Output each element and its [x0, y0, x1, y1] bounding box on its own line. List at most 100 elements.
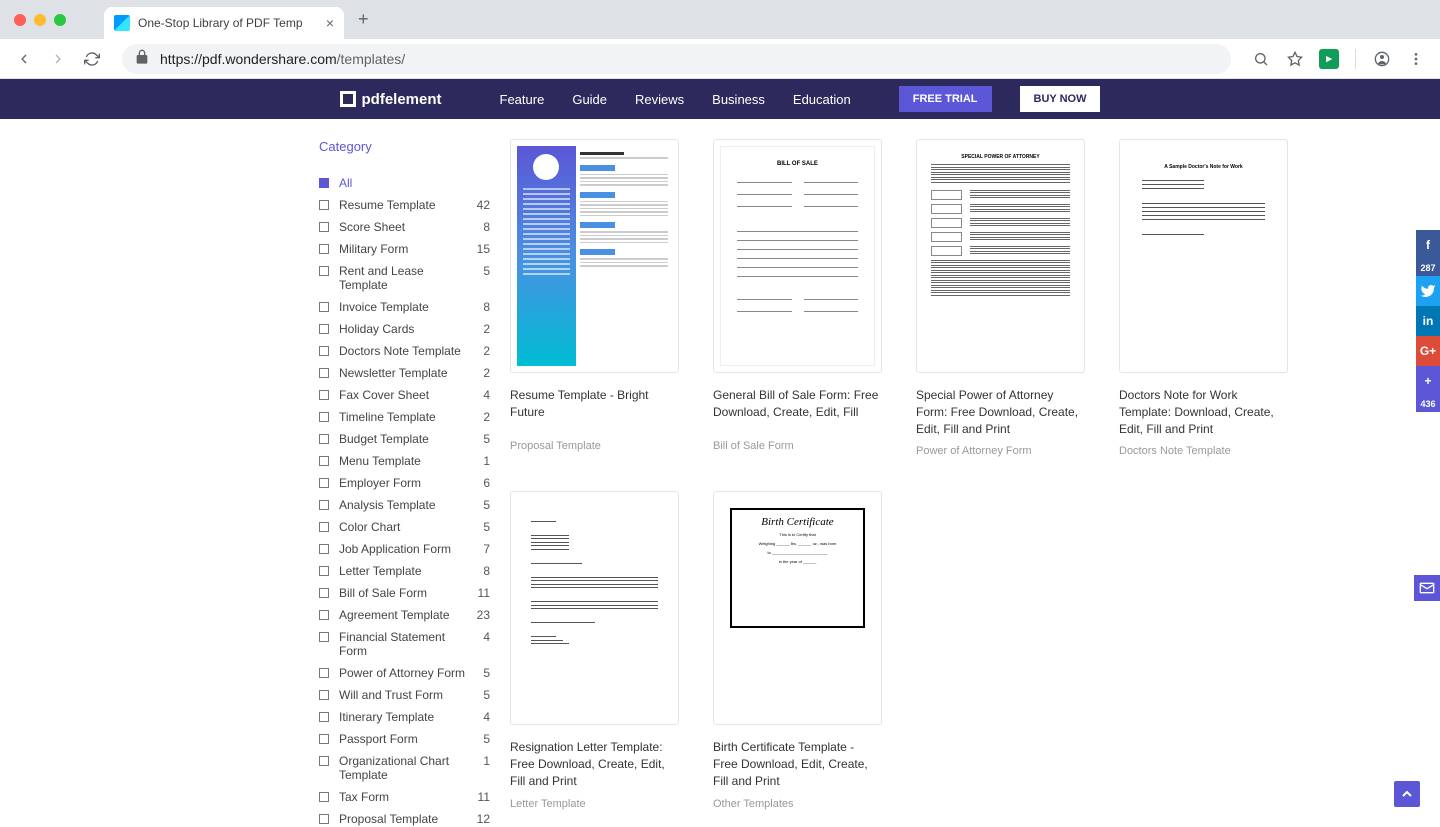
profile-icon[interactable]	[1368, 45, 1396, 73]
share-total-count: 436	[1416, 396, 1440, 412]
category-checkbox[interactable]	[319, 456, 329, 466]
nav-reviews[interactable]: Reviews	[635, 92, 684, 107]
nav-education[interactable]: Education	[793, 92, 851, 107]
category-checkbox[interactable]	[319, 588, 329, 598]
category-checkbox[interactable]	[319, 412, 329, 422]
category-item[interactable]: Itinerary Template4	[319, 706, 490, 728]
maximize-window[interactable]	[54, 14, 66, 26]
category-checkbox[interactable]	[319, 178, 329, 188]
zoom-icon[interactable]	[1247, 45, 1275, 73]
category-checkbox[interactable]	[319, 668, 329, 678]
category-item[interactable]: Agreement Template23	[319, 604, 490, 626]
new-tab-button[interactable]: +	[344, 9, 383, 30]
category-item[interactable]: Bill of Sale Form11	[319, 582, 490, 604]
category-item[interactable]: Job Application Form7	[319, 538, 490, 560]
category-item[interactable]: Doctors Note Template2	[319, 340, 490, 362]
category-checkbox[interactable]	[319, 544, 329, 554]
menu-icon[interactable]	[1402, 45, 1430, 73]
template-card[interactable]: BILL OF SALEGeneral Bill of Sale Form: F…	[713, 139, 882, 457]
template-card[interactable]: Resume Template - Bright FutureProposal …	[510, 139, 679, 457]
category-item[interactable]: Resume Template42	[319, 194, 490, 216]
scroll-to-top-button[interactable]	[1394, 781, 1420, 807]
category-checkbox[interactable]	[319, 478, 329, 488]
category-item[interactable]: Will and Trust Form5	[319, 684, 490, 706]
category-checkbox[interactable]	[319, 302, 329, 312]
category-item[interactable]: Proposal Template12	[319, 808, 490, 827]
bookmark-icon[interactable]	[1281, 45, 1309, 73]
reload-button[interactable]	[78, 45, 106, 73]
template-card[interactable]: A Sample Doctor's Note for WorkDoctors N…	[1119, 139, 1288, 457]
category-item[interactable]: Invoice Template8	[319, 296, 490, 318]
category-item[interactable]: Military Form15	[319, 238, 490, 260]
more-share[interactable]: +	[1416, 366, 1440, 396]
template-thumbnail[interactable]: A Sample Doctor's Note for Work	[1119, 139, 1288, 373]
nav-guide[interactable]: Guide	[572, 92, 607, 107]
feedback-mail-button[interactable]	[1414, 575, 1440, 601]
category-checkbox[interactable]	[319, 222, 329, 232]
category-item[interactable]: Budget Template5	[319, 428, 490, 450]
template-thumbnail[interactable]	[510, 139, 679, 373]
browser-tab[interactable]: One-Stop Library of PDF Temp ×	[104, 7, 344, 39]
free-trial-button[interactable]: FREE TRIAL	[899, 86, 992, 112]
template-thumbnail[interactable]: BILL OF SALE	[713, 139, 882, 373]
category-item[interactable]: Employer Form6	[319, 472, 490, 494]
buy-now-button[interactable]: BUY NOW	[1020, 86, 1101, 112]
category-item[interactable]: Fax Cover Sheet4	[319, 384, 490, 406]
category-item[interactable]: Score Sheet8	[319, 216, 490, 238]
back-button[interactable]	[10, 45, 38, 73]
category-checkbox[interactable]	[319, 610, 329, 620]
category-item[interactable]: Timeline Template2	[319, 406, 490, 428]
category-checkbox[interactable]	[319, 566, 329, 576]
nav-business[interactable]: Business	[712, 92, 765, 107]
category-checkbox[interactable]	[319, 756, 329, 766]
category-checkbox[interactable]	[319, 690, 329, 700]
category-checkbox[interactable]	[319, 324, 329, 334]
category-checkbox[interactable]	[319, 522, 329, 532]
close-tab-icon[interactable]: ×	[326, 15, 334, 31]
category-count: 2	[483, 410, 490, 424]
linkedin-share[interactable]: in	[1416, 306, 1440, 336]
category-item[interactable]: Power of Attorney Form5	[319, 662, 490, 684]
category-checkbox[interactable]	[319, 346, 329, 356]
minimize-window[interactable]	[34, 14, 46, 26]
category-checkbox[interactable]	[319, 390, 329, 400]
forward-button[interactable]	[44, 45, 72, 73]
category-item[interactable]: Organizational Chart Template1	[319, 750, 490, 786]
twitter-share[interactable]	[1416, 276, 1440, 306]
category-checkbox[interactable]	[319, 632, 329, 642]
category-item[interactable]: Newsletter Template2	[319, 362, 490, 384]
template-card[interactable]: Birth CertificateThis is to Certify that…	[713, 491, 882, 809]
category-item[interactable]: Tax Form11	[319, 786, 490, 808]
category-checkbox[interactable]	[319, 244, 329, 254]
address-bar[interactable]: https://pdf.wondershare.com/templates/	[122, 44, 1231, 74]
category-item[interactable]: All	[319, 172, 490, 194]
category-checkbox[interactable]	[319, 500, 329, 510]
template-card[interactable]: SPECIAL POWER OF ATTORNEYSpecial Power o…	[916, 139, 1085, 457]
category-checkbox[interactable]	[319, 734, 329, 744]
close-window[interactable]	[14, 14, 26, 26]
category-checkbox[interactable]	[319, 200, 329, 210]
site-logo[interactable]: pdfelement	[340, 91, 442, 108]
googleplus-share[interactable]: G+	[1416, 336, 1440, 366]
category-checkbox[interactable]	[319, 434, 329, 444]
facebook-share[interactable]: f	[1416, 230, 1440, 260]
extension-icon[interactable]: ▸	[1315, 45, 1343, 73]
category-checkbox[interactable]	[319, 368, 329, 378]
template-card[interactable]: Resignation Letter Template: Free Downlo…	[510, 491, 679, 809]
category-checkbox[interactable]	[319, 814, 329, 824]
category-item[interactable]: Color Chart5	[319, 516, 490, 538]
category-checkbox[interactable]	[319, 792, 329, 802]
category-item[interactable]: Holiday Cards2	[319, 318, 490, 340]
category-item[interactable]: Analysis Template5	[319, 494, 490, 516]
nav-feature[interactable]: Feature	[500, 92, 545, 107]
category-item[interactable]: Passport Form5	[319, 728, 490, 750]
category-item[interactable]: Financial Statement Form4	[319, 626, 490, 662]
template-thumbnail[interactable]: SPECIAL POWER OF ATTORNEY	[916, 139, 1085, 373]
category-item[interactable]: Letter Template8	[319, 560, 490, 582]
category-item[interactable]: Rent and Lease Template5	[319, 260, 490, 296]
template-thumbnail[interactable]	[510, 491, 679, 725]
category-checkbox[interactable]	[319, 712, 329, 722]
category-item[interactable]: Menu Template1	[319, 450, 490, 472]
template-thumbnail[interactable]: Birth CertificateThis is to Certify that…	[713, 491, 882, 725]
category-checkbox[interactable]	[319, 266, 329, 276]
